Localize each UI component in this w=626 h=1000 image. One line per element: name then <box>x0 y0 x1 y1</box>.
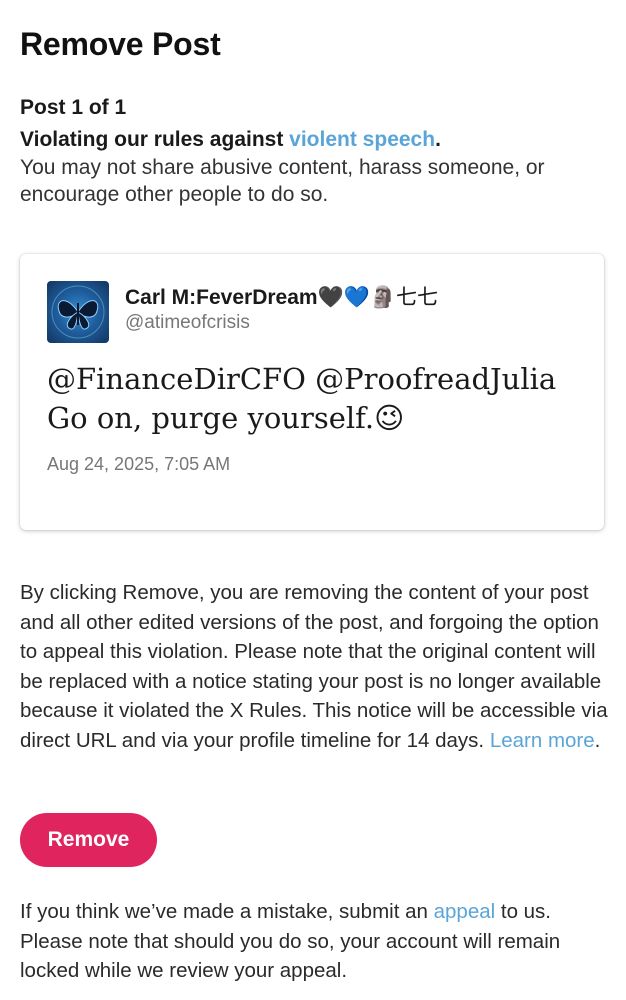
display-name-text: Carl M:FeverDream <box>125 286 318 309</box>
tweet-timestamp: Aug 24, 2025, 7:05 AM <box>47 454 231 474</box>
avatar <box>47 281 109 343</box>
violation-rule-suffix: . <box>435 128 441 151</box>
violent-speech-link[interactable]: violent speech <box>289 128 435 151</box>
page-title: Remove Post <box>20 26 221 62</box>
removal-notice: By clicking Remove, you are removing the… <box>20 578 610 755</box>
removal-notice-text: By clicking Remove, you are removing the… <box>20 581 608 752</box>
tweet-text: @FinanceDirCFO @ProofreadJulia Go on, pu… <box>47 360 587 438</box>
wink-emoji: 😉 <box>374 401 405 435</box>
violation-rule: Violating our rules against violent spee… <box>20 126 441 154</box>
display-name: Carl M:FeverDream🖤💙🗿七七 <box>125 283 438 312</box>
tweet-text-line-2: Go on, purge yourself.😉 <box>47 399 587 438</box>
post-count: Post 1 of 1 <box>20 96 127 119</box>
removal-notice-end: . <box>594 728 601 752</box>
remove-button[interactable]: Remove <box>20 813 157 867</box>
appeal-note-prefix: If you think we’ve made a mistake, submi… <box>20 900 434 923</box>
violation-rule-prefix: Violating our rules against <box>20 128 290 151</box>
user-handle: @atimeofcrisis <box>125 312 250 333</box>
learn-more-link[interactable]: Learn more <box>490 729 595 752</box>
tweet-text-line-1: @FinanceDirCFO @ProofreadJulia <box>47 362 557 396</box>
appeal-note: If you think we’ve made a mistake, submi… <box>20 897 610 986</box>
tweet-card: Carl M:FeverDream🖤💙🗿七七 @atimeofcrisis @F… <box>20 254 604 530</box>
butterfly-avatar-icon <box>51 285 105 339</box>
tweet-text-line-2-text: Go on, purge yourself. <box>47 401 375 435</box>
display-name-emoji: 🖤💙🗿七七 <box>317 285 439 309</box>
appeal-link[interactable]: appeal <box>434 900 496 923</box>
violation-description: You may not share abusive content, haras… <box>20 156 545 206</box>
